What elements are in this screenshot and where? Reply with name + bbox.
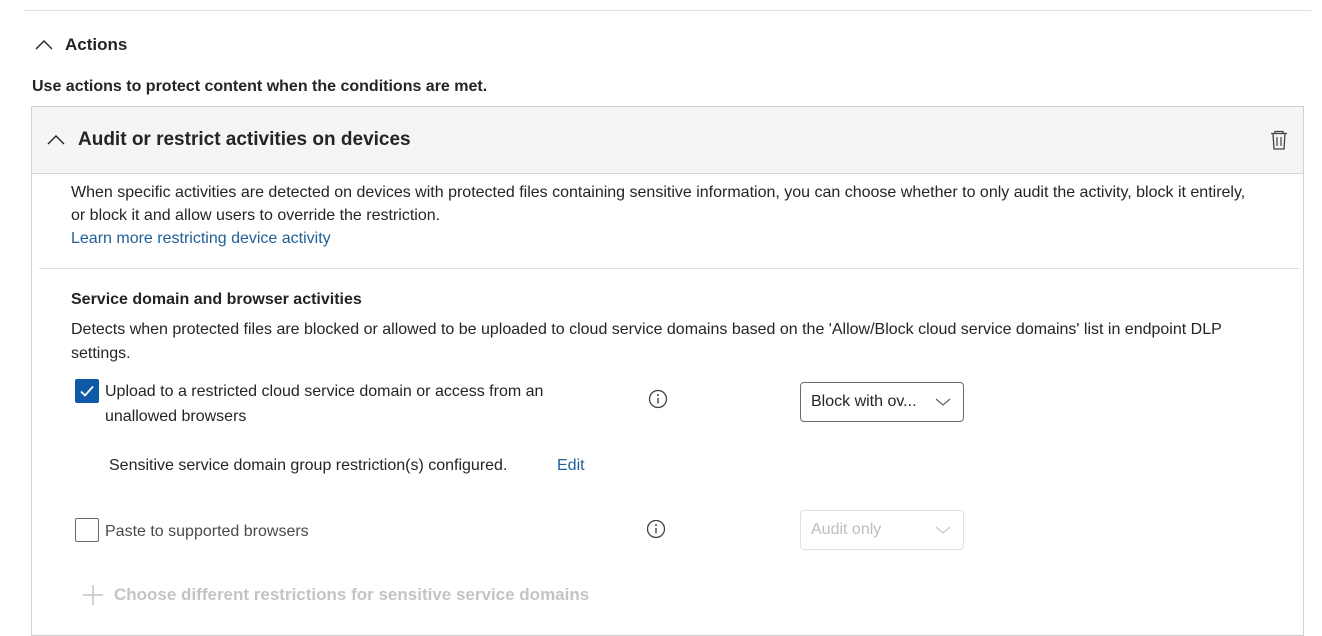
paste-browsers-checkbox[interactable] — [75, 518, 99, 542]
panel-description: When specific activities are detected on… — [71, 184, 1246, 224]
chevron-up-icon — [47, 135, 65, 145]
panel-description-block: When specific activities are detected on… — [71, 181, 1251, 250]
paste-browsers-label: Paste to supported browsers — [105, 523, 309, 540]
upload-restriction-dropdown[interactable]: Block with ov... — [800, 382, 964, 422]
upload-restriction-label: Upload to a restricted cloud service dom… — [105, 383, 544, 425]
section-description: Detects when protected files are blocked… — [71, 321, 1222, 362]
panel-header-toggle[interactable]: Audit or restrict activities on devices — [32, 107, 1303, 174]
top-divider — [24, 10, 1311, 11]
info-icon[interactable] — [646, 519, 666, 539]
configured-status: Sensitive service domain group restricti… — [109, 457, 508, 474]
inner-divider — [39, 268, 1299, 269]
panel-title: Audit or restrict activities on devices — [78, 129, 411, 150]
actions-intro: Use actions to protect content when the … — [32, 78, 488, 95]
plus-icon — [83, 585, 103, 605]
trash-icon[interactable] — [1268, 129, 1290, 151]
choose-restrictions-button[interactable]: Choose different restrictions for sensit… — [82, 584, 589, 606]
paste-browsers-dropdown[interactable]: Audit only — [800, 510, 964, 550]
checkmark-icon — [80, 385, 94, 397]
choose-restrictions-label: Choose different restrictions for sensit… — [114, 585, 590, 604]
paste-browsers-dropdown-value: Audit only — [811, 521, 882, 538]
chevron-up-icon — [35, 40, 53, 50]
edit-link[interactable]: Edit — [557, 457, 585, 475]
upload-restriction-dropdown-value: Block with ov... — [811, 393, 917, 410]
learn-more-link[interactable]: Learn more restricting device activity — [71, 230, 331, 247]
action-panel: Audit or restrict activities on devices … — [31, 106, 1304, 636]
info-icon[interactable] — [648, 389, 668, 409]
actions-section-toggle[interactable]: Actions — [34, 33, 127, 57]
chevron-down-icon — [935, 526, 951, 534]
section-title: Service domain and browser activities — [71, 291, 362, 308]
chevron-down-icon — [935, 398, 951, 406]
actions-title: Actions — [65, 35, 128, 54]
upload-restriction-checkbox[interactable] — [75, 379, 99, 403]
